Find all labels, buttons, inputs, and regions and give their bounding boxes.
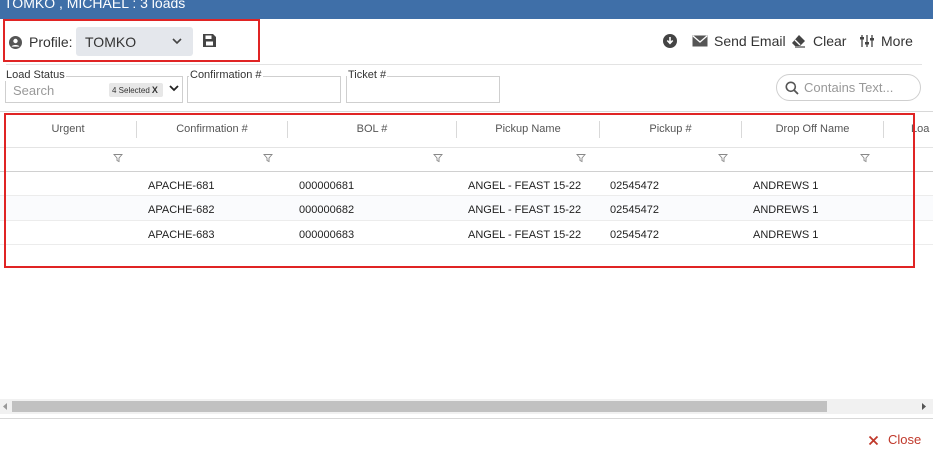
envelope-icon	[692, 35, 708, 47]
column-header-confirmation[interactable]: Confirmation #	[137, 112, 287, 147]
send-email-label: Send Email	[714, 33, 786, 49]
confirmation-filter-label: Confirmation #	[189, 69, 263, 81]
contains-text-search[interactable]	[776, 74, 921, 101]
bol-column-filter[interactable]	[298, 149, 421, 166]
funnel-icon[interactable]	[433, 153, 443, 163]
load-status-label: Load Status	[5, 69, 66, 81]
drop-off-cell: ANDREWS 1	[753, 180, 819, 192]
chevron-down-icon	[172, 38, 182, 45]
confirmation-cell: APACHE-681	[148, 180, 215, 192]
eraser-icon	[792, 35, 805, 48]
title-bar: TOMKO , MICHAEL : 3 loads	[0, 0, 933, 19]
funnel-icon[interactable]	[860, 153, 870, 163]
scroll-left-icon[interactable]	[1, 402, 9, 411]
send-email-button[interactable]: Send Email	[692, 32, 786, 50]
bol-cell: 000000682	[299, 204, 355, 216]
profile-value: TOMKO	[85, 34, 137, 50]
load-status-chip-label: 4 Selected	[112, 86, 150, 95]
funnel-icon[interactable]	[718, 153, 728, 163]
more-label: More	[881, 33, 913, 49]
profile-label: Profile:	[29, 34, 73, 50]
confirmation-column-filter[interactable]	[147, 149, 252, 166]
scrollbar-thumb[interactable]	[12, 401, 827, 412]
confirmation-cell: APACHE-683	[148, 229, 215, 241]
row-divider	[0, 244, 933, 245]
drop-off-cell: ANDREWS 1	[753, 204, 819, 216]
pickup-number-cell: 02545472	[610, 204, 659, 216]
pickup-name-cell: ANGEL - FEAST 15-22	[468, 180, 582, 192]
close-label: Close	[888, 432, 922, 447]
load-column-filter[interactable]	[894, 149, 933, 166]
column-header-pickup-number[interactable]: Pickup #	[600, 112, 741, 147]
column-header-load[interactable]: Loa	[911, 112, 933, 147]
funnel-icon[interactable]	[263, 153, 273, 163]
window-title: TOMKO , MICHAEL : 3 loads	[4, 0, 186, 11]
bol-cell: 000000681	[299, 180, 355, 192]
clear-label: Clear	[813, 33, 847, 49]
funnel-icon[interactable]	[113, 153, 123, 163]
toolbar: Profile: TOMKO Send Email Clear More	[0, 19, 933, 65]
horizontal-scrollbar[interactable]	[0, 399, 933, 414]
toolbar-divider	[6, 64, 922, 65]
chevron-down-icon[interactable]	[169, 84, 179, 92]
search-icon	[785, 81, 799, 95]
ticket-filter-label: Ticket #	[347, 69, 388, 81]
clear-button[interactable]: Clear	[791, 32, 846, 50]
column-header-drop-off-name[interactable]: Drop Off Name	[742, 112, 883, 147]
urgent-column-filter[interactable]	[5, 149, 101, 166]
column-header-bol[interactable]: BOL #	[288, 112, 456, 147]
download-button[interactable]	[663, 32, 679, 50]
pickup-name-cell: ANGEL - FEAST 15-22	[468, 229, 582, 241]
more-button[interactable]: More	[859, 32, 914, 50]
loads-grid: Urgent Confirmation # BOL # Pickup Name …	[0, 111, 933, 419]
row-divider	[0, 195, 933, 196]
user-circle-icon	[9, 36, 22, 49]
pickup-number-column-filter[interactable]	[609, 149, 706, 166]
load-status-search-input[interactable]	[13, 83, 103, 98]
sliders-icon	[860, 35, 874, 47]
profile-select[interactable]: TOMKO	[76, 27, 193, 56]
confirmation-cell: APACHE-682	[148, 204, 215, 216]
scroll-right-icon[interactable]	[920, 402, 928, 411]
chip-remove-icon[interactable]: X	[152, 85, 158, 95]
column-header-urgent[interactable]: Urgent	[0, 112, 136, 147]
bol-cell: 000000683	[299, 229, 355, 241]
pickup-name-column-filter[interactable]	[467, 149, 563, 166]
pickup-number-cell: 02545472	[610, 229, 659, 241]
row-divider	[0, 220, 933, 221]
column-divider[interactable]	[883, 121, 884, 138]
filter-row-divider	[0, 171, 933, 172]
funnel-icon[interactable]	[576, 153, 586, 163]
drop-off-column-filter[interactable]	[751, 149, 848, 166]
pickup-number-cell: 02545472	[610, 180, 659, 192]
contains-text-input[interactable]	[804, 80, 914, 95]
download-icon	[663, 34, 677, 48]
header-divider	[0, 147, 933, 148]
drop-off-cell: ANDREWS 1	[753, 229, 819, 241]
column-header-pickup-name[interactable]: Pickup Name	[457, 112, 599, 147]
save-icon[interactable]	[202, 33, 217, 48]
close-icon	[868, 435, 879, 446]
load-status-chip[interactable]: 4 Selected X	[109, 83, 163, 97]
pickup-name-cell: ANGEL - FEAST 15-22	[468, 204, 582, 216]
